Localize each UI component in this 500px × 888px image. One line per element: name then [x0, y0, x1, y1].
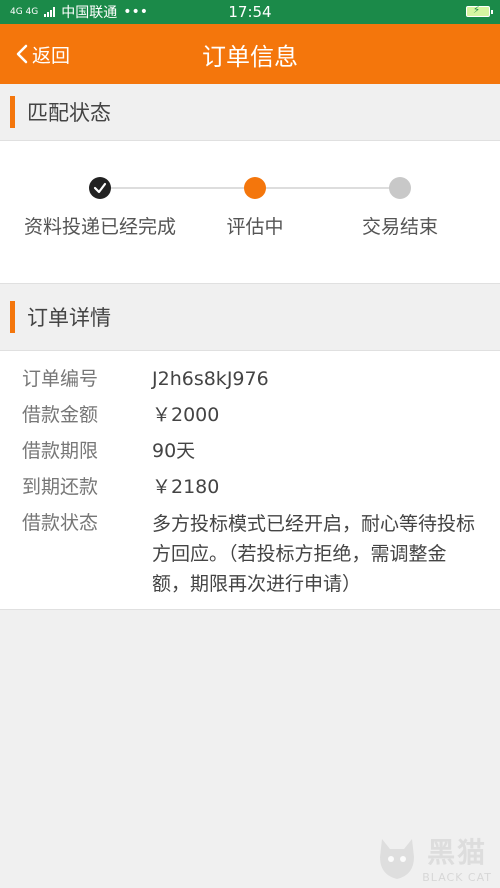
- detail-row-term: 借款期限 90天: [0, 433, 500, 469]
- detail-key: 订单编号: [22, 368, 99, 390]
- detail-row-repayment: 到期还款 ￥2180: [0, 469, 500, 505]
- detail-value: J2h6s8kJ976: [152, 368, 269, 390]
- battery-icon: ⚡: [466, 5, 493, 17]
- watermark-cn: 黑猫: [427, 836, 488, 869]
- step-finished: 交易结束: [320, 177, 480, 239]
- order-detail-card: 订单编号 J2h6s8kJ976 借款金额 ￥2000 借款期限 90天 到期还…: [0, 351, 500, 610]
- step-label: 资料投递已经完成: [23, 216, 176, 238]
- carrier-name: 中国联通: [61, 5, 118, 21]
- network-indicator: 4G 4G: [10, 6, 39, 17]
- page-title: 订单信息: [202, 42, 298, 71]
- back-button[interactable]: 返回: [0, 41, 70, 68]
- step-label: 交易结束: [361, 216, 438, 238]
- black-cat-watermark: 黑猫 BLACK CAT: [376, 831, 492, 884]
- step-label: 评估中: [226, 216, 284, 238]
- detail-row-order-no: 订单编号 J2h6s8kJ976: [0, 361, 500, 397]
- detail-value: ￥2180: [152, 476, 220, 498]
- detail-key: 借款状态: [22, 512, 99, 534]
- cat-logo-icon: [380, 838, 415, 879]
- nav-bar: 返回 订单信息: [0, 24, 500, 84]
- match-status-header: 匹配状态: [0, 84, 500, 141]
- step-submitted: 资料投递已经完成: [20, 177, 180, 239]
- order-detail-title: 订单详情: [27, 306, 111, 330]
- watermark-en: BLACK CAT: [422, 871, 492, 884]
- chevron-left-icon: [16, 44, 28, 64]
- detail-row-status: 借款状态 多方投标模式已经开启，耐心等待投标方回应。（若投标方拒绝，需调整金额，…: [0, 505, 500, 603]
- more-dots: •••: [123, 4, 149, 20]
- status-bar: 4G 4G 中国联通 ••• 17:54 ⚡: [0, 0, 500, 24]
- section-accent-bar: [10, 96, 15, 128]
- detail-value: 多方投标模式已经开启，耐心等待投标方回应。（若投标方拒绝，需调整金额，期限再次进…: [152, 513, 476, 595]
- detail-key: 借款期限: [22, 440, 99, 462]
- detail-key: 到期还款: [22, 476, 99, 498]
- pending-step-dot: [389, 177, 411, 199]
- order-detail-header: 订单详情: [0, 284, 500, 351]
- detail-key: 借款金额: [22, 404, 99, 426]
- signal-icon: [44, 7, 56, 17]
- back-label: 返回: [32, 44, 71, 67]
- check-icon: [89, 177, 111, 199]
- detail-value: ￥2000: [152, 404, 220, 426]
- detail-row-amount: 借款金额 ￥2000: [0, 397, 500, 433]
- match-status-title: 匹配状态: [27, 101, 111, 125]
- section-accent-bar: [10, 301, 15, 333]
- detail-value: 90天: [152, 440, 196, 462]
- step-evaluating: 评估中: [175, 177, 335, 239]
- current-step-dot: [244, 177, 266, 199]
- progress-card: 资料投递已经完成 评估中 交易结束: [0, 141, 500, 284]
